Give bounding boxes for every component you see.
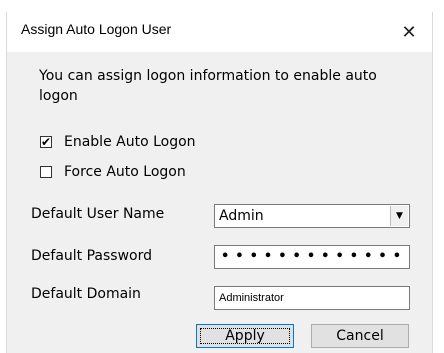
domain-value: Administrator — [219, 292, 284, 304]
auto-logon-dialog: Assign Auto Logon User ✕ You can assign … — [6, 12, 433, 353]
password-field[interactable]: ••••••••••••• — [214, 245, 410, 269]
apply-button[interactable]: Apply — [196, 324, 294, 348]
domain-field[interactable]: Administrator — [214, 286, 410, 310]
enable-auto-logon-checkbox[interactable]: ✔ Enable Auto Logon — [40, 134, 196, 150]
checkbox-unchecked-icon[interactable] — [40, 166, 52, 178]
user-name-label: Default User Name — [31, 206, 165, 222]
password-mask: ••••••••••••• — [221, 249, 408, 264]
focus-rectangle — [200, 328, 290, 344]
cancel-button[interactable]: Cancel — [311, 324, 409, 348]
dialog-title: Assign Auto Logon User — [21, 21, 172, 37]
title-bar: Assign Auto Logon User ✕ — [7, 12, 432, 52]
password-label: Default Password — [31, 248, 152, 264]
domain-label: Default Domain — [31, 286, 141, 302]
force-auto-logon-label: Force Auto Logon — [64, 164, 186, 180]
force-auto-logon-checkbox[interactable]: Force Auto Logon — [40, 164, 186, 180]
cancel-button-label: Cancel — [336, 328, 384, 344]
instruction-text: You can assign logon information to enab… — [39, 68, 377, 104]
close-icon[interactable]: ✕ — [386, 12, 432, 52]
user-name-value: Admin — [219, 208, 264, 224]
user-name-select[interactable]: Admin ▼ — [214, 204, 410, 228]
chevron-down-icon[interactable]: ▼ — [390, 206, 408, 226]
enable-auto-logon-label: Enable Auto Logon — [64, 134, 196, 150]
checkbox-checked-icon[interactable]: ✔ — [40, 136, 52, 148]
dialog-body: You can assign logon information to enab… — [7, 52, 432, 353]
